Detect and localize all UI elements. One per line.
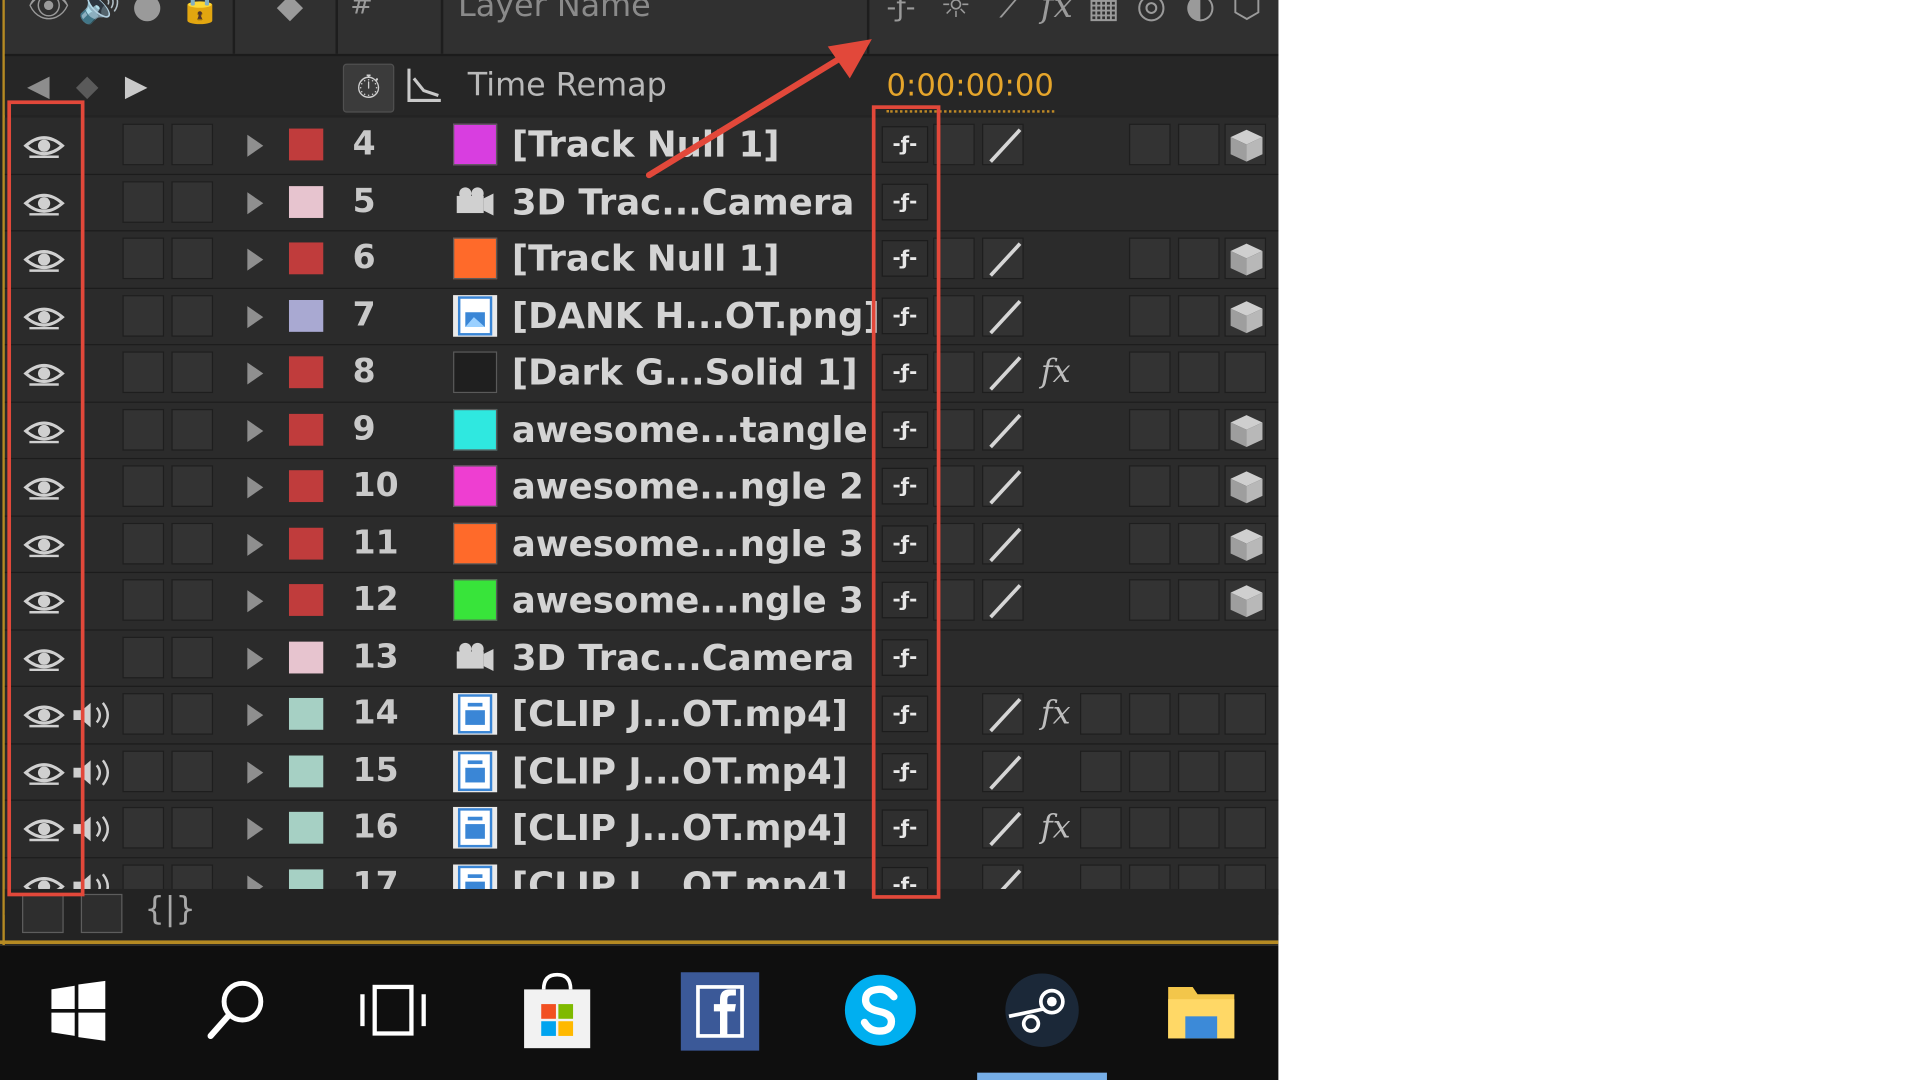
annotation-arrow: [645, 39, 872, 179]
facebook-icon[interactable]: [676, 967, 764, 1053]
steam-icon[interactable]: [999, 967, 1085, 1053]
active-app-indicator: [977, 1072, 1107, 1080]
search-icon[interactable]: [193, 967, 279, 1053]
task-view-icon[interactable]: [350, 967, 436, 1053]
windows-start-icon[interactable]: [34, 967, 120, 1053]
after-effects-timeline-panel: 👁 🔊 ● 🔒 ◆ # Layer Name -ƒ- ☼ ⟋ fx ▦ ◎ ◐ …: [0, 0, 1279, 946]
skype-icon[interactable]: [838, 967, 924, 1053]
microsoft-store-icon[interactable]: [514, 967, 600, 1053]
file-explorer-icon[interactable]: [1158, 967, 1244, 1053]
screenshot: 👁 🔊 ● 🔒 ◆ # Layer Name -ƒ- ☼ ⟋ fx ▦ ◎ ◐ …: [0, 0, 1892, 1080]
windows-taskbar: [0, 945, 1279, 1080]
